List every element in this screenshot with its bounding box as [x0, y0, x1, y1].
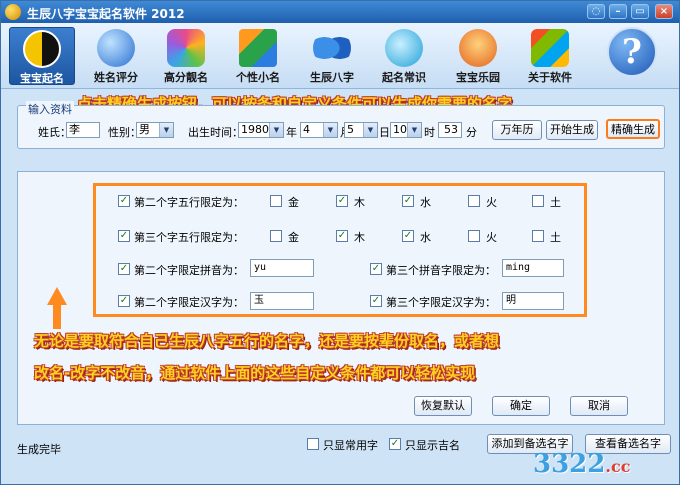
day-unit: 日 [379, 126, 390, 139]
precise-generate-button[interactable]: 精确生成 [606, 119, 660, 139]
site-watermark: 3322.cc [533, 449, 630, 479]
ok-button[interactable]: 确定 [492, 396, 550, 416]
hour-value: 10 [393, 123, 407, 136]
month-value: 4 [303, 123, 310, 136]
annotation-line-1: 无论是要取符合自己生辰八字五行的名字，还是要按辈份取名，或者想 [34, 332, 500, 350]
chevron-down-icon[interactable]: ▼ [269, 123, 283, 137]
day-select[interactable]: 5 ▼ [344, 122, 378, 138]
year-value: 1980 [241, 123, 269, 136]
annotation-line-2: 改名-改字不改音，通过软件上面的这些自定义条件都可以轻松实现 [34, 364, 476, 382]
start-generate-button[interactable]: 开始生成 [546, 120, 598, 140]
gender-select[interactable]: 男 ▼ [136, 122, 174, 138]
common-only-label: 只显常用字 [323, 439, 378, 452]
main-toolbar: 宝宝起名 姓名评分 高分靓名 个性小名 生辰八字 起名常识 宝宝乐园 关于软件 [1, 23, 679, 89]
help-icon[interactable]: ? [607, 27, 657, 77]
tab-name-score[interactable]: 姓名评分 [83, 27, 149, 85]
gender-value: 男 [139, 123, 150, 136]
calendar-button[interactable]: 万年历 [492, 120, 542, 140]
tab-high-score-names[interactable]: 高分靓名 [153, 27, 219, 85]
chat-icon[interactable]: ◌ [587, 4, 605, 19]
minute-unit: 分 [466, 126, 477, 139]
tab-naming-knowledge[interactable]: 起名常识 [371, 27, 437, 85]
butterfly-icon [313, 29, 351, 67]
watermark-suffix: .cc [605, 457, 631, 476]
chevron-down-icon[interactable]: ▼ [363, 123, 377, 137]
tab-baby-park[interactable]: 宝宝乐园 [445, 27, 511, 85]
minute-input[interactable]: 53 [438, 122, 462, 138]
status-text: 生成完毕 [17, 443, 61, 456]
bubble-icon [385, 29, 423, 67]
title-bar: 生辰八字宝宝起名软件 2012 ◌ – ▭ × [1, 1, 679, 23]
mascot-icon [459, 29, 497, 67]
hour-select[interactable]: 10 ▼ [390, 122, 422, 138]
minimize-button[interactable]: – [609, 4, 627, 19]
year-unit: 年 [286, 126, 297, 139]
common-only-checkbox[interactable] [307, 438, 319, 450]
restore-button[interactable]: ▭ [631, 4, 649, 19]
highlight-frame [93, 183, 587, 317]
year-select[interactable]: 1980 ▼ [238, 122, 284, 138]
lucky-only-label: 只显示吉名 [405, 439, 460, 452]
yinyang-icon [23, 30, 61, 68]
chevron-down-icon[interactable]: ▼ [407, 123, 421, 137]
day-value: 5 [347, 123, 354, 136]
birth-label: 出生时间： [188, 126, 243, 139]
input-legend: 输入资料 [26, 101, 74, 117]
chevron-down-icon[interactable]: ▼ [323, 123, 337, 137]
restore-defaults-button[interactable]: 恢复默认 [414, 396, 472, 416]
hour-unit: 时 [424, 126, 435, 139]
globe-icon [97, 29, 135, 67]
watermark-main: 3322 [533, 449, 606, 479]
cubes-icon [239, 29, 277, 67]
tab-baby-naming[interactable]: 宝宝起名 [9, 27, 75, 85]
month-select[interactable]: 4 ▼ [300, 122, 338, 138]
cancel-button[interactable]: 取消 [570, 396, 628, 416]
hexagons-icon [167, 29, 205, 67]
lucky-only-checkbox[interactable]: ✓ [389, 438, 401, 450]
input-group: 输入资料 姓氏： 李 性别： 男 ▼ 出生时间： 1980 ▼ 年 4 ▼ 月 … [17, 101, 665, 149]
tab-about[interactable]: 关于软件 [517, 27, 583, 85]
app-window: 生辰八字宝宝起名软件 2012 ◌ – ▭ × 宝宝起名 姓名评分 高分靓名 个… [0, 0, 680, 485]
close-button[interactable]: × [655, 4, 673, 19]
tab-nicknames[interactable]: 个性小名 [225, 27, 291, 85]
arrow-stem [53, 303, 61, 329]
windows-flag-icon [531, 29, 569, 67]
chevron-down-icon[interactable]: ▼ [159, 123, 173, 137]
tab-birth-bazi[interactable]: 生辰八字 [299, 27, 365, 85]
surname-input[interactable]: 李 [66, 122, 100, 138]
window-title: 生辰八字宝宝起名软件 2012 [27, 7, 185, 21]
app-logo-icon [5, 4, 21, 20]
